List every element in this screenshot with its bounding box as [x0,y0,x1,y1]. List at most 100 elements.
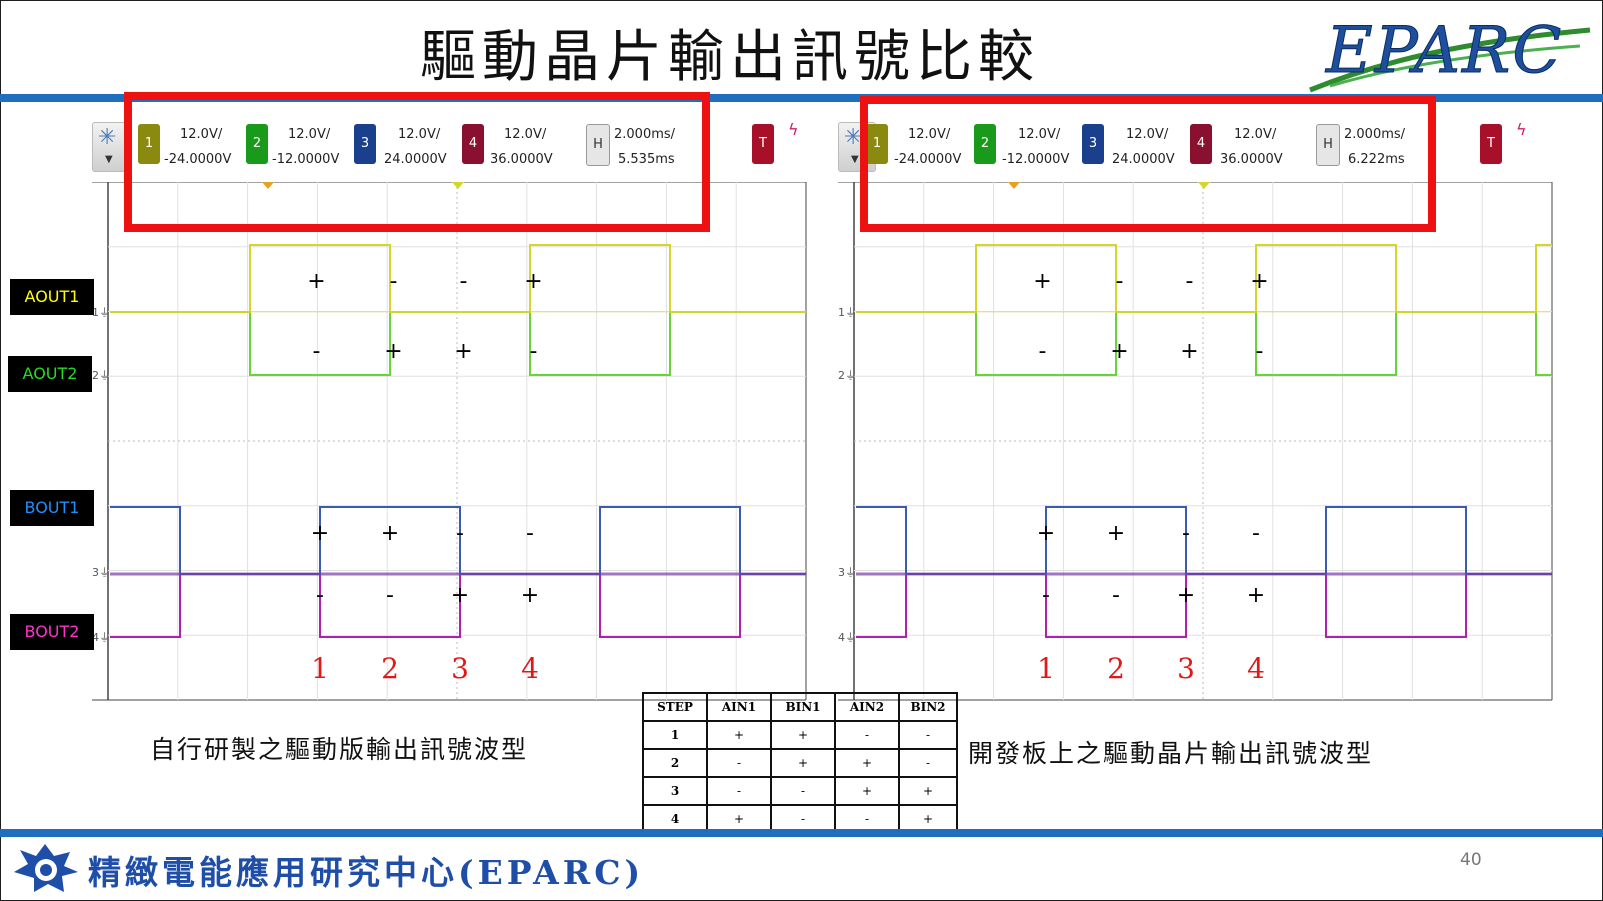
table-cell: 3 [642,776,708,806]
aout1-sign: - [1116,269,1124,294]
table-cell: + [770,720,836,750]
table-cell: - [770,776,836,806]
bout2-sign: - [386,583,394,608]
table-cell: - [834,720,900,750]
signal-label-aout1: AOUT1 [10,279,94,315]
bout1-sign: + [1107,521,1125,546]
right-caption: 開發板上之驅動晶片輸出訊號波型 [968,739,1374,768]
signal-label-aout2: AOUT2 [8,356,92,392]
table-cell: 2 [642,748,708,778]
table-cell: + [834,776,900,806]
channel-ground-marker: 2⏚ [838,369,856,382]
step-number-label: 1 [311,652,329,685]
aout1-sign: + [307,269,325,294]
aout2-trace [856,311,1552,376]
step-number-label: 2 [1107,652,1125,685]
channel-ground-marker: 2⏚ [92,369,110,382]
aout2-sign: + [454,339,472,364]
signal-label-text: BOUT1 [24,498,80,517]
logo-text: EPARC [1325,14,1563,88]
bout2-trace [856,573,1552,638]
step-number-label: 2 [381,652,399,685]
bout1-sign: - [526,521,534,546]
step-number-label: 4 [1247,652,1265,685]
institute-emblem-icon [14,844,78,892]
step-table: STEP AIN1 BIN1 AIN2 BIN2 1 + + - - 2 - +… [642,692,958,834]
trigger-tab[interactable]: T [752,124,774,164]
channel-ground-marker: 3⏚ [92,566,110,579]
trigger-edge-icon: ϟ [788,120,799,139]
table-row: 2 - + + - [642,748,958,778]
bout2-sign: - [316,583,324,608]
channel-ground-marker: 1⏚ [838,306,856,319]
bout1-sign: - [1252,521,1260,546]
step-number-label: 3 [451,652,469,685]
bout1-trace [856,506,1552,575]
table-cell: + [770,748,836,778]
chevron-down-icon: ▼ [851,154,859,165]
table-cell: + [898,776,958,806]
bout2-sign: + [1247,583,1265,608]
table-cell: - [898,720,958,750]
aout2-sign: - [313,339,321,364]
aout1-trace [110,244,806,313]
aout2-sign: + [384,339,402,364]
footer-organization: 精緻電能應用研究中心(EPARC) [88,853,645,892]
right-settings-highlight [860,96,1436,232]
right-waveform-plot: 1⏚ 2⏚ 3⏚ 4⏚ + - + - 1 - + + - 2 - + - +3 + - - +4 [838,182,1553,701]
step-number-label: 3 [1177,652,1195,685]
bout2-sign: + [521,583,539,608]
aout2-sign: + [1180,339,1198,364]
aout1-sign: - [460,269,468,294]
aout2-sign: - [1039,339,1047,364]
bout1-sign: - [1182,521,1190,546]
channel-ground-marker: 3⏚ [838,566,856,579]
table-header: BIN2 [898,692,958,722]
step-number-label: 4 [521,652,539,685]
snowflake-icon: ✳ [98,125,117,150]
channel-ground-marker: 4⏚ [838,631,856,644]
aout1-sign: + [524,269,542,294]
table-cell: + [706,720,772,750]
bout2-sign: - [1112,583,1120,608]
slide-title: 驅動晶片輸出訊號比較 [420,25,1040,90]
table-cell: - [898,748,958,778]
aout1-trace [856,244,1552,313]
bout1-sign: + [381,521,399,546]
step-number-label: 1 [1037,652,1055,685]
signal-label-bout2: BOUT2 [10,614,94,650]
signal-label-bout1: BOUT1 [10,490,94,526]
signal-label-text: AOUT2 [22,364,78,383]
aout1-sign: + [1250,269,1268,294]
aout2-sign: - [530,339,538,364]
left-settings-highlight [124,92,710,232]
eparc-logo: EPARC [1309,14,1591,93]
table-cell: 1 [642,720,708,750]
table-header: STEP [642,692,708,722]
bout2-sign: + [451,583,469,608]
page-number: 40 [1460,850,1482,870]
aout1-sign: + [1033,269,1051,294]
left-waveform-plot: 1⏚ 2⏚ 3⏚ 4⏚ + - + - 1 - + + - 2 - + - +3 + - - +4 [92,182,807,701]
table-header: AIN1 [706,692,772,722]
aout1-sign: - [390,269,398,294]
left-caption: 自行研製之驅動版輸出訊號波型 [150,735,529,764]
aout2-sign: + [1110,339,1128,364]
trigger-tab[interactable]: T [1480,124,1502,164]
bottom-accent-bar [0,829,1603,837]
trigger-edge-icon: ϟ [1516,120,1527,139]
table-header-row: STEP AIN1 BIN1 AIN2 BIN2 [642,692,958,722]
table-row: 1 + + - - [642,720,958,750]
bout2-sign: + [1177,583,1195,608]
signal-label-text: AOUT1 [24,287,80,306]
table-header: AIN2 [834,692,900,722]
table-header: BIN1 [770,692,836,722]
channel-ground-marker: 4⏚ [92,631,110,644]
bout1-sign: - [456,521,464,546]
channel-ground-marker: 1⏚ [92,306,110,319]
table-row: 3 - - + + [642,776,958,806]
chevron-down-icon: ▼ [105,154,113,165]
table-cell: - [706,776,772,806]
table-cell: + [834,748,900,778]
signal-label-text: BOUT2 [24,622,80,641]
